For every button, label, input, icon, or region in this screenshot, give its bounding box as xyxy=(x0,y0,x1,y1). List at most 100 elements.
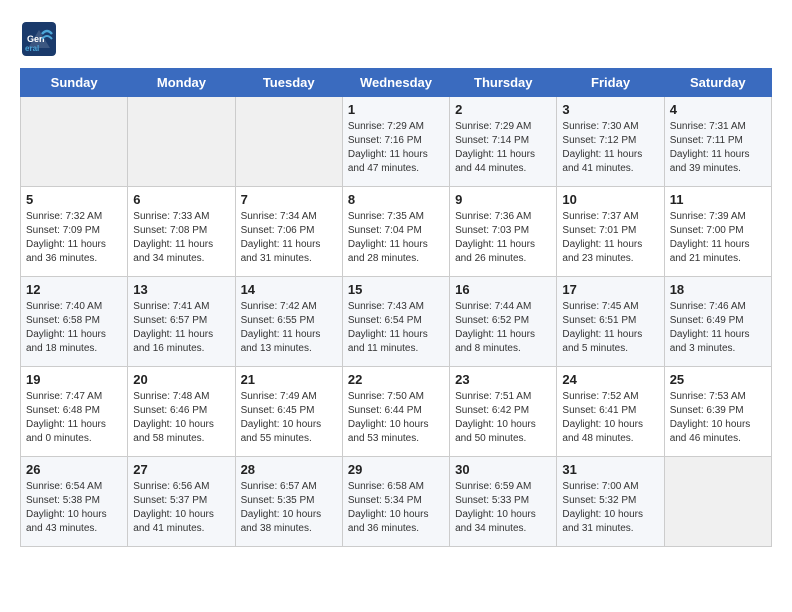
day-number: 13 xyxy=(133,282,229,297)
day-info: Sunrise: 7:48 AM Sunset: 6:46 PM Dayligh… xyxy=(133,390,229,446)
day-info: Sunrise: 7:39 AM Sunset: 7:00 PM Dayligh… xyxy=(670,210,766,266)
day-info: Sunrise: 7:31 AM Sunset: 7:11 PM Dayligh… xyxy=(670,120,766,176)
day-number: 2 xyxy=(455,102,551,117)
day-info: Sunrise: 7:50 AM Sunset: 6:44 PM Dayligh… xyxy=(348,390,444,446)
day-number: 17 xyxy=(562,282,658,297)
calendar-day-21: 21 Sunrise: 7:49 AM Sunset: 6:45 PM Dayli… xyxy=(235,367,342,457)
day-info: Sunrise: 7:41 AM Sunset: 6:57 PM Dayligh… xyxy=(133,300,229,356)
day-info: Sunrise: 7:36 AM Sunset: 7:03 PM Dayligh… xyxy=(455,210,551,266)
weekday-header-sunday: Sunday xyxy=(21,69,128,97)
day-info: Sunrise: 7:30 AM Sunset: 7:12 PM Dayligh… xyxy=(562,120,658,176)
calendar-day-14: 14 Sunrise: 7:42 AM Sunset: 6:55 PM Dayli… xyxy=(235,277,342,367)
day-number: 14 xyxy=(241,282,337,297)
day-info: Sunrise: 7:52 AM Sunset: 6:41 PM Dayligh… xyxy=(562,390,658,446)
calendar-week-1: 1Sunrise: 7:29 AM Sunset: 7:16 PM Daylig… xyxy=(21,97,772,187)
day-number: 15 xyxy=(348,282,444,297)
day-info: Sunrise: 7:42 AM Sunset: 6:55 PM Dayligh… xyxy=(241,300,337,356)
day-number: 26 xyxy=(26,462,122,477)
logo: Gen eral xyxy=(20,20,62,58)
calendar-day-23: 23Sunrise: 7:51 AM Sunset: 6:42 PM Dayli… xyxy=(450,367,557,457)
day-number: 25 xyxy=(670,372,766,387)
day-info: Sunrise: 6:56 AM Sunset: 5:37 PM Dayligh… xyxy=(133,480,229,536)
calendar-table: SundayMondayTuesdayWednesdayThursdayFrid… xyxy=(20,68,772,547)
day-number: 11 xyxy=(670,192,766,207)
day-number: 12 xyxy=(26,282,122,297)
weekday-header-saturday: Saturday xyxy=(664,69,771,97)
day-number: 18 xyxy=(670,282,766,297)
day-info: Sunrise: 7:44 AM Sunset: 6:52 PM Dayligh… xyxy=(455,300,551,356)
calendar-day-15: 15Sunrise: 7:43 AM Sunset: 6:54 PM Dayli… xyxy=(342,277,449,367)
day-number: 22 xyxy=(348,372,444,387)
calendar-day-1: 1Sunrise: 7:29 AM Sunset: 7:16 PM Daylig… xyxy=(342,97,449,187)
day-info: Sunrise: 6:54 AM Sunset: 5:38 PM Dayligh… xyxy=(26,480,122,536)
day-info: Sunrise: 7:29 AM Sunset: 7:14 PM Dayligh… xyxy=(455,120,551,176)
day-info: Sunrise: 7:51 AM Sunset: 6:42 PM Dayligh… xyxy=(455,390,551,446)
day-number: 6 xyxy=(133,192,229,207)
calendar-week-2: 5Sunrise: 7:32 AM Sunset: 7:09 PM Daylig… xyxy=(21,187,772,277)
calendar-day-8: 8 Sunrise: 7:35 AM Sunset: 7:04 PM Daylig… xyxy=(342,187,449,277)
day-number: 8 xyxy=(348,192,444,207)
weekday-header-friday: Friday xyxy=(557,69,664,97)
calendar-day-6: 6 Sunrise: 7:33 AM Sunset: 7:08 PM Daylig… xyxy=(128,187,235,277)
day-info: Sunrise: 7:49 AM Sunset: 6:45 PM Dayligh… xyxy=(241,390,337,446)
calendar-day-2: 2 Sunrise: 7:29 AM Sunset: 7:14 PM Daylig… xyxy=(450,97,557,187)
calendar-day-13: 13 Sunrise: 7:41 AM Sunset: 6:57 PM Dayli… xyxy=(128,277,235,367)
day-number: 7 xyxy=(241,192,337,207)
day-info: Sunrise: 7:34 AM Sunset: 7:06 PM Dayligh… xyxy=(241,210,337,266)
calendar-day-4: 4Sunrise: 7:31 AM Sunset: 7:11 PM Daylig… xyxy=(664,97,771,187)
day-number: 19 xyxy=(26,372,122,387)
calendar-week-5: 26 Sunrise: 6:54 AM Sunset: 5:38 PM Dayli… xyxy=(21,457,772,547)
day-info: Sunrise: 7:33 AM Sunset: 7:08 PM Dayligh… xyxy=(133,210,229,266)
calendar-day-26: 26 Sunrise: 6:54 AM Sunset: 5:38 PM Dayli… xyxy=(21,457,128,547)
day-number: 21 xyxy=(241,372,337,387)
weekday-header-wednesday: Wednesday xyxy=(342,69,449,97)
calendar-day-27: 27Sunrise: 6:56 AM Sunset: 5:37 PM Dayli… xyxy=(128,457,235,547)
day-info: Sunrise: 6:59 AM Sunset: 5:33 PM Dayligh… xyxy=(455,480,551,536)
calendar-day-11: 11 Sunrise: 7:39 AM Sunset: 7:00 PM Dayli… xyxy=(664,187,771,277)
day-number: 3 xyxy=(562,102,658,117)
svg-text:Gen: Gen xyxy=(27,34,45,44)
day-info: Sunrise: 7:40 AM Sunset: 6:58 PM Dayligh… xyxy=(26,300,122,356)
day-number: 20 xyxy=(133,372,229,387)
empty-day-cell xyxy=(235,97,342,187)
logo-icon: Gen eral xyxy=(20,20,58,58)
weekday-header-monday: Monday xyxy=(128,69,235,97)
weekday-header-row: SundayMondayTuesdayWednesdayThursdayFrid… xyxy=(21,69,772,97)
calendar-week-3: 12 Sunrise: 7:40 AM Sunset: 6:58 PM Dayli… xyxy=(21,277,772,367)
svg-text:eral: eral xyxy=(25,44,39,53)
day-info: Sunrise: 7:37 AM Sunset: 7:01 PM Dayligh… xyxy=(562,210,658,266)
calendar-day-3: 3 Sunrise: 7:30 AM Sunset: 7:12 PM Daylig… xyxy=(557,97,664,187)
calendar-day-17: 17Sunrise: 7:45 AM Sunset: 6:51 PM Dayli… xyxy=(557,277,664,367)
day-info: Sunrise: 7:32 AM Sunset: 7:09 PM Dayligh… xyxy=(26,210,122,266)
empty-day-cell xyxy=(128,97,235,187)
calendar-day-9: 9 Sunrise: 7:36 AM Sunset: 7:03 PM Daylig… xyxy=(450,187,557,277)
day-info: Sunrise: 6:58 AM Sunset: 5:34 PM Dayligh… xyxy=(348,480,444,536)
weekday-header-tuesday: Tuesday xyxy=(235,69,342,97)
day-number: 29 xyxy=(348,462,444,477)
calendar-day-19: 19 Sunrise: 7:47 AM Sunset: 6:48 PM Dayli… xyxy=(21,367,128,457)
empty-day-cell xyxy=(664,457,771,547)
day-number: 30 xyxy=(455,462,551,477)
calendar-day-5: 5Sunrise: 7:32 AM Sunset: 7:09 PM Daylig… xyxy=(21,187,128,277)
calendar-day-28: 28 Sunrise: 6:57 AM Sunset: 5:35 PM Dayli… xyxy=(235,457,342,547)
day-info: Sunrise: 6:57 AM Sunset: 5:35 PM Dayligh… xyxy=(241,480,337,536)
calendar-day-10: 10Sunrise: 7:37 AM Sunset: 7:01 PM Dayli… xyxy=(557,187,664,277)
calendar-day-18: 18Sunrise: 7:46 AM Sunset: 6:49 PM Dayli… xyxy=(664,277,771,367)
day-number: 9 xyxy=(455,192,551,207)
calendar-day-12: 12 Sunrise: 7:40 AM Sunset: 6:58 PM Dayli… xyxy=(21,277,128,367)
day-info: Sunrise: 7:00 AM Sunset: 5:32 PM Dayligh… xyxy=(562,480,658,536)
page-header: Gen eral xyxy=(20,20,772,58)
calendar-day-31: 31Sunrise: 7:00 AM Sunset: 5:32 PM Dayli… xyxy=(557,457,664,547)
day-info: Sunrise: 7:53 AM Sunset: 6:39 PM Dayligh… xyxy=(670,390,766,446)
calendar-week-4: 19 Sunrise: 7:47 AM Sunset: 6:48 PM Dayli… xyxy=(21,367,772,457)
calendar-day-25: 25 Sunrise: 7:53 AM Sunset: 6:39 PM Dayli… xyxy=(664,367,771,457)
calendar-day-20: 20 Sunrise: 7:48 AM Sunset: 6:46 PM Dayli… xyxy=(128,367,235,457)
calendar-day-16: 16 Sunrise: 7:44 AM Sunset: 6:52 PM Dayli… xyxy=(450,277,557,367)
day-number: 1 xyxy=(348,102,444,117)
day-info: Sunrise: 7:47 AM Sunset: 6:48 PM Dayligh… xyxy=(26,390,122,446)
day-info: Sunrise: 7:35 AM Sunset: 7:04 PM Dayligh… xyxy=(348,210,444,266)
day-number: 28 xyxy=(241,462,337,477)
day-number: 16 xyxy=(455,282,551,297)
calendar-day-22: 22 Sunrise: 7:50 AM Sunset: 6:44 PM Dayli… xyxy=(342,367,449,457)
day-number: 24 xyxy=(562,372,658,387)
